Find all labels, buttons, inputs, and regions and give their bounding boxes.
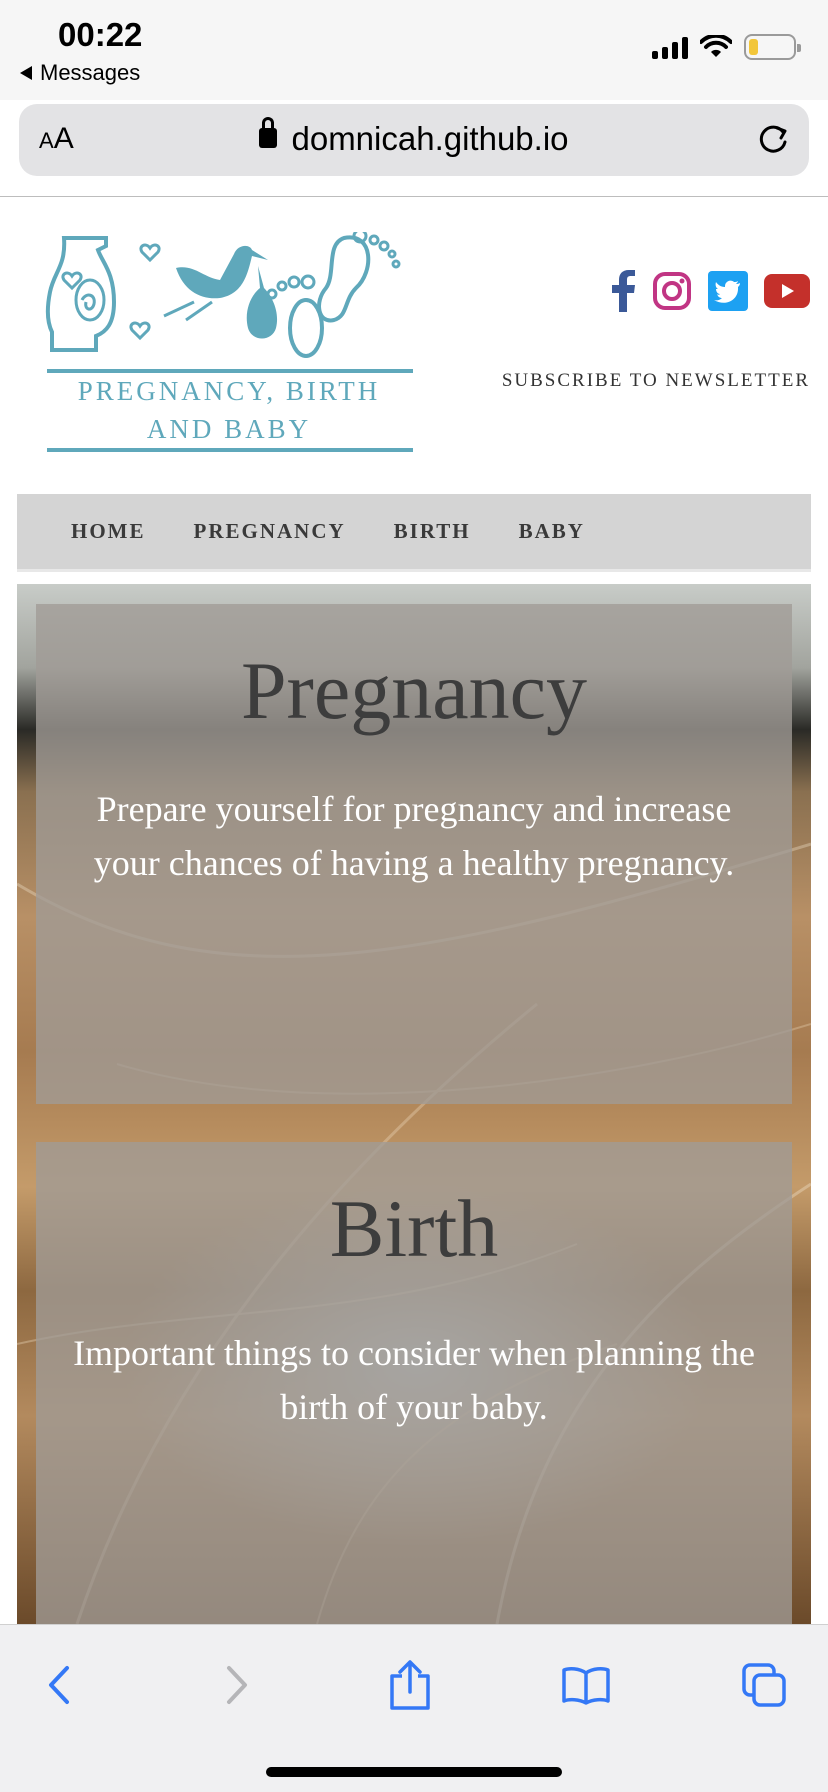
browser-toolbar: [0, 1624, 828, 1792]
status-icons: [652, 34, 801, 60]
logo-rule-bottom: [47, 448, 413, 452]
reload-icon[interactable]: [755, 122, 791, 158]
hero-background-image: Pregnancy Prepare yourself for pregnancy…: [17, 584, 811, 1624]
subscribe-newsletter-link[interactable]: SUBSCRIBE TO NEWSLETTER: [502, 370, 810, 392]
youtube-icon[interactable]: [764, 274, 810, 308]
wifi-icon: [700, 35, 732, 57]
battery-fill: [749, 39, 758, 55]
tabs-button[interactable]: [734, 1655, 794, 1715]
back-to-app-button[interactable]: Messages: [20, 60, 140, 86]
instagram-icon[interactable]: [652, 271, 692, 311]
main-nav: HOME PREGNANCY BIRTH BABY: [17, 494, 811, 572]
bookmarks-icon: [562, 1667, 610, 1705]
tabs-icon: [742, 1663, 786, 1707]
pregnancy-card[interactable]: Pregnancy Prepare yourself for pregnancy…: [36, 604, 792, 1104]
back-triangle-icon: [20, 66, 32, 80]
pregnancy-card-title: Pregnancy: [240, 645, 588, 736]
site-logo[interactable]: PREGNANCY, BIRTH AND BABY: [44, 228, 414, 454]
url-field[interactable]: domnicah.github.io: [19, 117, 809, 158]
lock-icon: [259, 117, 278, 149]
birth-card[interactable]: Birth Important things to consider when …: [36, 1142, 792, 1624]
back-app-label: Messages: [40, 60, 141, 85]
status-time: 00:22: [58, 16, 143, 53]
facebook-icon[interactable]: [610, 270, 636, 312]
nav-item-baby[interactable]: BABY: [519, 519, 585, 544]
back-icon: [49, 1666, 69, 1704]
nav-item-home[interactable]: HOME: [71, 519, 146, 544]
forward-icon: [227, 1666, 247, 1704]
nav-item-pregnancy[interactable]: PREGNANCY: [194, 519, 346, 544]
share-button[interactable]: [380, 1655, 440, 1715]
birth-card-title: Birth: [329, 1183, 499, 1274]
url-text: domnicah.github.io: [291, 120, 569, 157]
twitter-icon[interactable]: [708, 271, 748, 311]
battery-icon: [744, 34, 801, 60]
logo-illustration: [45, 228, 401, 358]
birth-card-text: Important things to consider when planni…: [73, 1333, 755, 1427]
pregnancy-card-text: Prepare yourself for pregnancy and incre…: [93, 789, 735, 883]
browser-divider: [0, 196, 828, 197]
bookmarks-button[interactable]: [556, 1655, 616, 1715]
forward-button[interactable]: [206, 1655, 266, 1715]
social-links: [610, 270, 810, 312]
logo-text: PREGNANCY, BIRTH AND BABY: [77, 376, 381, 444]
home-indicator[interactable]: [266, 1767, 562, 1777]
status-bar: 00:22 Messages: [0, 0, 828, 100]
address-bar[interactable]: AA domnicah.github.io: [19, 104, 809, 176]
nav-item-birth[interactable]: BIRTH: [394, 519, 471, 544]
cellular-signal-icon: [652, 35, 688, 59]
share-icon: [390, 1660, 430, 1710]
back-button[interactable]: [30, 1655, 90, 1715]
